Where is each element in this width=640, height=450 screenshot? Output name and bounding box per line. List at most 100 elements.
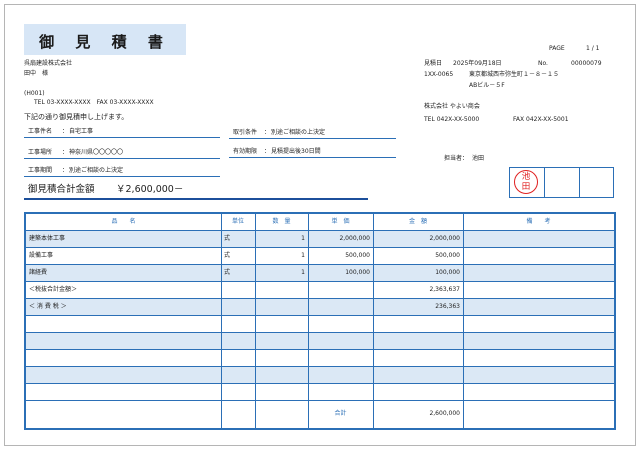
intro-text: 下記の通り御見積申し上げます。 [24, 113, 129, 121]
table-cell-qty [258, 299, 305, 315]
table-cell-price [311, 299, 370, 315]
table-cell-unit: 式 [224, 269, 231, 276]
table-cell-amount: 2,363,637 [429, 286, 460, 293]
table-cell-note [466, 248, 611, 264]
work-name-label: 工事件名 [28, 128, 53, 135]
table-cell-qty [258, 333, 305, 349]
table-cell-name: 諸経費 [29, 269, 48, 276]
table-row [26, 367, 614, 384]
table-cell-unit: 式 [224, 252, 231, 259]
terms-value: 別途ご相談の上決定 [271, 129, 326, 136]
table-cell-unit [224, 384, 252, 400]
column-divider [463, 214, 464, 428]
table-cell-price [311, 367, 370, 383]
terms-label: 取引条件 [233, 129, 258, 136]
table-row [26, 316, 614, 333]
valid-underline [229, 157, 396, 158]
table-header-cell: 金 額 [408, 218, 427, 225]
client-person: 田中 様 [24, 70, 49, 77]
field-colon: ： [62, 167, 69, 174]
field-colon: ： [62, 128, 69, 135]
table-row [26, 350, 614, 367]
table-cell-name: 設備工事 [29, 252, 54, 259]
table-cell-name [29, 367, 218, 383]
table-header-cell: 単 価 [331, 218, 350, 225]
table-cell-note [466, 384, 611, 400]
terms-underline [229, 138, 396, 139]
work-place-value: 神奈川県〇〇〇〇〇 [69, 149, 124, 156]
table-row: ＜税抜合計金額＞ 2,363,637 [26, 282, 614, 299]
valid-value: 見積提出後30日間 [271, 148, 321, 155]
table-cell-note [466, 316, 611, 332]
table-cell-amount: 100,000 [435, 269, 460, 276]
estimate-date-label: 見積日 [424, 60, 443, 67]
work-name-value: 自宅工事 [69, 128, 94, 135]
client-company: 呉扇建設株式会社 [24, 60, 73, 67]
table-cell-price [311, 333, 370, 349]
document-title: 御 見 積 書 [39, 33, 171, 51]
table-cell-unit [224, 299, 252, 315]
table-cell-price: 500,000 [345, 252, 370, 259]
table-cell-name: 建築本体工事 [29, 235, 66, 242]
client-tel-fax: TEL 03-XXXX-XXXX FAX 03-XXXX-XXXX [34, 99, 154, 106]
page-label: PAGE [549, 45, 565, 52]
table-header-cell: 品 名 [111, 218, 136, 225]
table-cell-unit [224, 367, 252, 383]
estimate-no-value: 00000079 [571, 60, 602, 67]
table-cell-amount [376, 333, 460, 349]
table-cell-qty [258, 350, 305, 366]
table-cell-note [466, 333, 611, 349]
table-cell-name: ＜ 消 費 税 ＞ [29, 303, 67, 310]
total-underline [24, 198, 368, 200]
table-cell-qty: 1 [301, 269, 305, 276]
column-divider [221, 214, 222, 428]
table-cell-amount [376, 316, 460, 332]
vendor-fax: FAX 042X-XX-5001 [513, 116, 569, 123]
table-row [26, 384, 614, 401]
vendor-company: 株式会社 やよい商会 [424, 103, 480, 110]
table-cell-qty: 1 [301, 252, 305, 259]
work-place-label: 工事場所 [28, 149, 53, 156]
staff-label: 担当者： [444, 155, 469, 162]
table-cell-name [29, 316, 218, 332]
work-period-value: 別途ご相談の上決定 [69, 167, 124, 174]
table-cell-amount [376, 350, 460, 366]
table-cell-unit: 式 [224, 235, 231, 242]
work-name-underline [24, 137, 220, 138]
table-cell-note [466, 299, 611, 315]
table-cell-qty [258, 316, 305, 332]
table-cell-price [311, 316, 370, 332]
field-colon: ： [264, 129, 271, 136]
table-row: ＜ 消 費 税 ＞ 236,363 [26, 299, 614, 316]
estimate-date-value: 2025年09月18日 [453, 60, 502, 67]
work-period-underline [24, 176, 220, 177]
table-cell-qty: 1 [301, 235, 305, 242]
staff-value: 池田 [472, 155, 485, 162]
table-cell-amount [376, 384, 460, 400]
table-cell-name [29, 350, 218, 366]
table-cell-price: 100,000 [345, 269, 370, 276]
column-divider [308, 214, 309, 428]
work-period-label: 工事期間 [28, 167, 53, 174]
table-cell-name [29, 333, 218, 349]
table-cell-note [466, 350, 611, 366]
table-footer-row: 合計 2,600,000 [26, 401, 614, 428]
column-divider [255, 214, 256, 428]
table-cell-note [466, 265, 611, 281]
table-cell-qty [258, 384, 305, 400]
table-footer-label: 合計 [334, 410, 347, 417]
table-row: 諸経費 式 1 100,000 100,000 [26, 265, 614, 282]
table-cell-price [311, 350, 370, 366]
vendor-building: ABビル－５F [469, 82, 505, 89]
field-colon: ： [264, 148, 271, 155]
vendor-address: 東京都城西市弥生町１－８－１５ [469, 71, 560, 78]
table-header-row: 品 名 単位 数 量 単 価 金 額 備 考 [26, 214, 614, 231]
seal-stamp: 池田 [514, 170, 538, 194]
total-label: 御見積合計金額 [28, 184, 95, 195]
table-cell-amount: 2,000,000 [429, 235, 460, 242]
table-header-cell: 数 量 [272, 218, 291, 225]
table-header-cell: 備 考 [526, 218, 551, 225]
table-cell-unit [224, 282, 252, 298]
table-cell-price: 2,000,000 [339, 235, 370, 242]
table-row: 設備工事 式 1 500,000 500,000 [26, 248, 614, 265]
